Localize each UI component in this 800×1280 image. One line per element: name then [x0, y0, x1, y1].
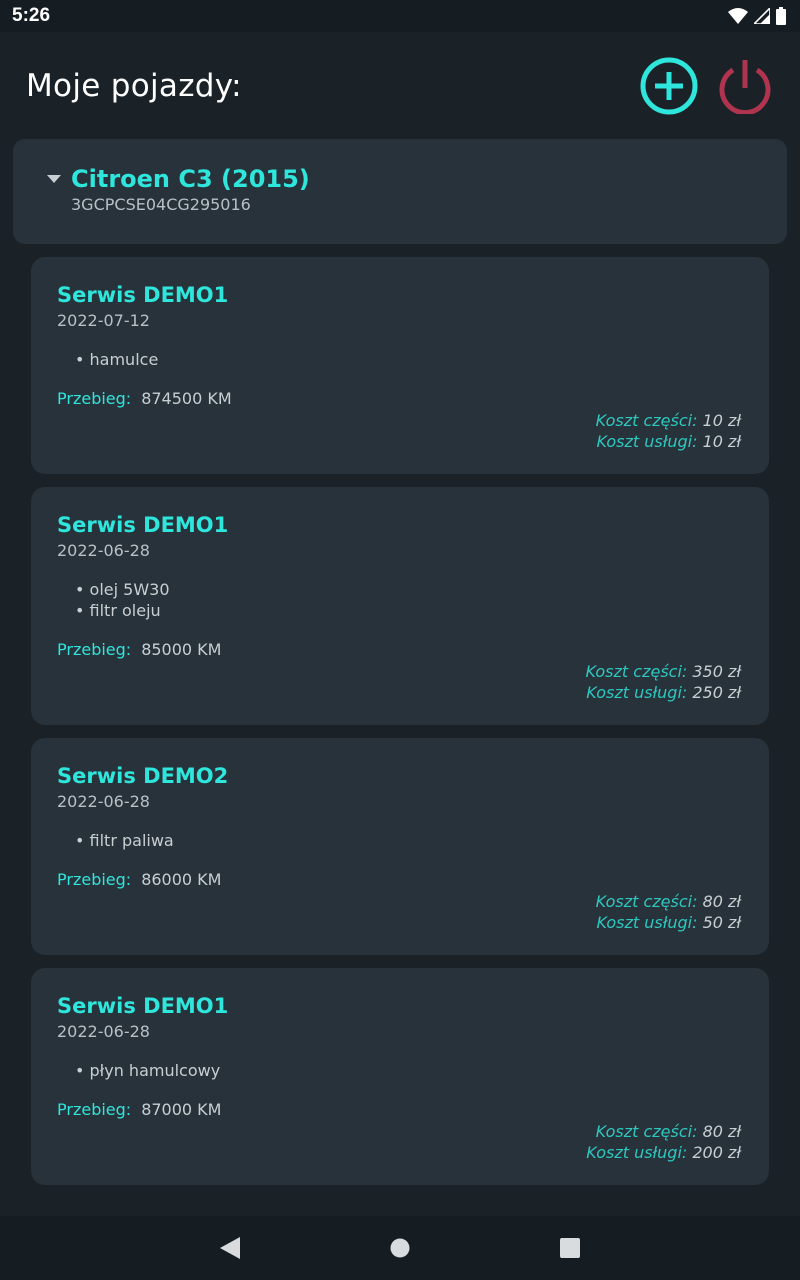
service-card[interactable]: Serwis DEMO1 2022-07-12 • hamulce Przebi…: [31, 257, 769, 474]
service-mileage: Przebieg: 85000 KM: [57, 640, 741, 659]
vehicle-card[interactable]: Citroen C3 (2015) 3GCPCSE04CG295016: [13, 139, 787, 244]
page-title: Moje pojazdy:: [26, 68, 242, 104]
service-date: 2022-06-28: [57, 1022, 150, 1041]
wifi-icon: [728, 8, 748, 24]
service-date: 2022-07-12: [57, 311, 150, 330]
status-time: 5:26: [12, 5, 51, 26]
service-cost-label: Koszt usługi:: [586, 683, 688, 702]
home-button[interactable]: [380, 1228, 420, 1268]
mileage-value: 85000 KM: [141, 640, 222, 659]
service-card[interactable]: Serwis DEMO1 2022-06-28 • płyn hamulcowy…: [31, 968, 769, 1185]
service-cost-label: Koszt usługi:: [586, 1143, 688, 1162]
service-mileage: Przebieg: 86000 KM: [57, 870, 741, 889]
home-circle-icon: [390, 1238, 410, 1258]
service-name: Serwis DEMO1: [57, 513, 229, 537]
back-triangle-icon: [220, 1237, 240, 1259]
parts-cost-value: 80 zł: [702, 892, 741, 911]
parts-cost-label: Koszt części:: [595, 1122, 698, 1141]
vehicle-vin: 3GCPCSE04CG295016: [71, 195, 251, 214]
service-name: Serwis DEMO1: [57, 994, 229, 1018]
service-item: • hamulce: [75, 350, 159, 369]
service-mileage: Przebieg: 87000 KM: [57, 1100, 741, 1119]
service-items: • filtr paliwa: [75, 830, 741, 851]
mileage-value: 86000 KM: [141, 870, 222, 889]
service-date: 2022-06-28: [57, 792, 150, 811]
service-card[interactable]: Serwis DEMO2 2022-06-28 • filtr paliwa P…: [31, 738, 769, 955]
app-header: Moje pojazdy:: [0, 32, 800, 140]
service-item: • filtr paliwa: [75, 831, 174, 850]
service-items: • hamulce: [75, 349, 741, 370]
service-costs: Koszt części: 350 zł Koszt usługi: 250 z…: [57, 661, 741, 703]
service-card[interactable]: Serwis DEMO1 2022-06-28 • olej 5W30 • fi…: [31, 487, 769, 725]
header-actions: [640, 57, 774, 115]
add-circle-icon: [640, 57, 698, 115]
service-item: • płyn hamulcowy: [75, 1061, 221, 1080]
parts-cost-label: Koszt części:: [595, 411, 698, 430]
service-list: Serwis DEMO1 2022-07-12 • hamulce Przebi…: [31, 257, 769, 1198]
service-items: • olej 5W30 • filtr oleju: [75, 579, 741, 621]
service-cost-value: 50 zł: [702, 913, 741, 932]
parts-cost-value: 350 zł: [692, 662, 741, 681]
recents-button[interactable]: [550, 1228, 590, 1268]
system-nav-bar: [0, 1216, 800, 1280]
mileage-value: 87000 KM: [141, 1100, 222, 1119]
mileage-label: Przebieg:: [57, 640, 132, 659]
service-cost-label: Koszt usługi:: [596, 913, 698, 932]
recents-square-icon: [560, 1238, 580, 1258]
service-name: Serwis DEMO2: [57, 764, 229, 788]
status-bar: 5:26: [0, 0, 800, 32]
parts-cost-label: Koszt części:: [585, 662, 688, 681]
service-costs: Koszt części: 80 zł Koszt usługi: 50 zł: [57, 891, 741, 933]
mileage-value: 874500 KM: [141, 389, 232, 408]
back-button[interactable]: [210, 1228, 250, 1268]
service-costs: Koszt części: 80 zł Koszt usługi: 200 zł: [57, 1121, 741, 1163]
parts-cost-value: 80 zł: [702, 1122, 741, 1141]
vehicle-name: Citroen C3 (2015): [71, 165, 310, 193]
service-cost-value: 10 zł: [702, 432, 741, 451]
signal-icon: [754, 8, 770, 24]
parts-cost-label: Koszt części:: [595, 892, 698, 911]
status-icons: [728, 7, 786, 25]
service-item: • olej 5W30: [75, 580, 170, 599]
caret-down-icon: [47, 175, 61, 183]
service-cost-value: 250 zł: [692, 683, 741, 702]
logout-button[interactable]: [716, 57, 774, 115]
battery-icon: [776, 7, 786, 25]
service-date: 2022-06-28: [57, 541, 150, 560]
mileage-label: Przebieg:: [57, 870, 132, 889]
power-icon: [719, 60, 771, 114]
mileage-label: Przebieg:: [57, 1100, 132, 1119]
service-costs: Koszt części: 10 zł Koszt usługi: 10 zł: [57, 410, 741, 452]
add-vehicle-button[interactable]: [640, 57, 698, 115]
mileage-label: Przebieg:: [57, 389, 132, 408]
service-items: • płyn hamulcowy: [75, 1060, 741, 1081]
service-cost-value: 200 zł: [692, 1143, 741, 1162]
service-item: • filtr oleju: [75, 601, 161, 620]
parts-cost-value: 10 zł: [702, 411, 741, 430]
service-cost-label: Koszt usługi:: [596, 432, 698, 451]
service-mileage: Przebieg: 874500 KM: [57, 389, 741, 408]
service-name: Serwis DEMO1: [57, 283, 229, 307]
